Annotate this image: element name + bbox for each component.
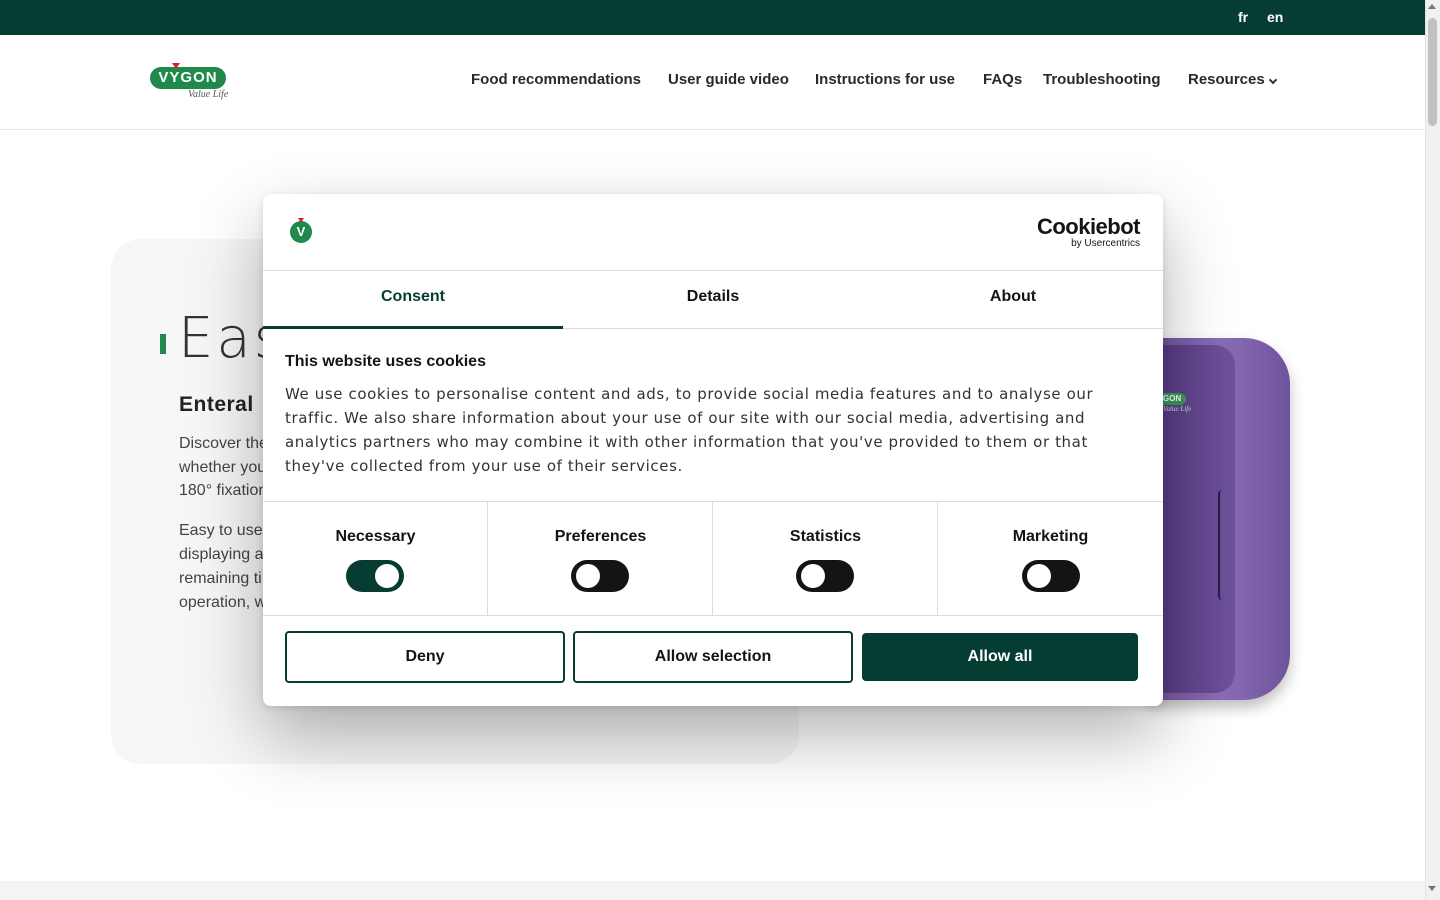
vygon-logo-tagline: Value Life xyxy=(188,89,229,100)
cookie-category-toggles: Necessary Preferences Statistics Marketi… xyxy=(263,501,1163,616)
dialog-description: We use cookies to personalise content an… xyxy=(285,385,1094,475)
page-scrollbar[interactable] xyxy=(1425,0,1440,900)
toggle-knob xyxy=(1027,564,1051,588)
logo-red-mark-icon xyxy=(298,218,304,223)
chevron-down-icon[interactable] xyxy=(1268,75,1278,85)
marketing-toggle[interactable] xyxy=(1022,560,1080,592)
hero-paragraph-line: 180° fixation xyxy=(179,482,268,499)
scrollbar-thumb[interactable] xyxy=(1428,18,1437,126)
cookiebot-brand-by: by Usercentrics xyxy=(1071,238,1140,249)
dialog-title: This website uses cookies xyxy=(285,353,486,370)
toggle-knob xyxy=(576,564,600,588)
scroll-up-arrow-icon[interactable] xyxy=(1428,4,1436,9)
category-label: Statistics xyxy=(789,528,862,545)
logo-red-mark-icon xyxy=(172,63,180,69)
deny-button[interactable]: Deny xyxy=(285,631,565,683)
nav-instructions-for-use[interactable]: Instructions for use xyxy=(815,71,955,88)
site-header: VYGON Value Life Food recommendations Us… xyxy=(0,35,1425,130)
category-statistics: Statistics xyxy=(713,502,938,615)
category-marketing: Marketing xyxy=(938,502,1163,615)
nav-food-recommendations[interactable]: Food recommendations xyxy=(471,71,641,88)
category-preferences: Preferences xyxy=(488,502,713,615)
allow-selection-button[interactable]: Allow selection xyxy=(573,631,853,683)
category-necessary: Necessary xyxy=(263,502,488,615)
toggle-knob xyxy=(375,564,399,588)
vygon-logo-wordmark: VYGON xyxy=(150,67,226,89)
tab-details[interactable]: Details xyxy=(563,271,863,329)
device-tagline: Value Life xyxy=(1163,405,1192,413)
category-label: Preferences xyxy=(554,528,647,545)
next-section-strip xyxy=(0,881,1425,900)
dialog-header: V Cookiebot by Usercentrics xyxy=(263,194,1163,271)
device-slot xyxy=(1218,490,1262,600)
hero-paragraph-line: displaying a xyxy=(179,546,264,563)
cookiebot-logo[interactable]: Cookiebot by Usercentrics xyxy=(1036,214,1141,250)
top-language-bar: fr en xyxy=(0,0,1425,35)
nav-troubleshooting[interactable]: Troubleshooting xyxy=(1043,71,1161,88)
hero-paragraph-line: whether you xyxy=(179,459,267,476)
hero-paragraph-line: operation, w xyxy=(179,594,267,611)
hero-paragraph-line: remaining ti xyxy=(179,570,262,587)
language-fr-link[interactable]: fr xyxy=(1238,9,1248,25)
category-label: Necessary xyxy=(335,528,416,545)
category-label: Marketing xyxy=(1012,528,1089,545)
statistics-toggle[interactable] xyxy=(796,560,854,592)
preferences-toggle[interactable] xyxy=(571,560,629,592)
nav-user-guide-video[interactable]: User guide video xyxy=(668,71,789,88)
hero-accent-bar xyxy=(160,334,166,354)
dialog-tabs: Consent Details About xyxy=(263,271,1163,329)
cookiebot-brand-name: Cookiebot xyxy=(1036,214,1141,239)
necessary-toggle[interactable] xyxy=(346,560,404,592)
toggle-knob xyxy=(801,564,825,588)
language-en-link[interactable]: en xyxy=(1267,9,1283,25)
vygon-logo[interactable]: VYGON Value Life xyxy=(150,63,240,105)
nav-resources[interactable]: Resources xyxy=(1188,71,1265,88)
vygon-v-logo-icon: V xyxy=(290,221,312,243)
hero-paragraph-line: Easy to use xyxy=(179,522,263,539)
nav-faqs[interactable]: FAQs xyxy=(983,71,1022,88)
hero-subtitle: Enteral xyxy=(179,393,254,416)
tab-about[interactable]: About xyxy=(863,271,1163,329)
scroll-down-arrow-icon[interactable] xyxy=(1428,886,1436,891)
hero-paragraph-line: Discover the xyxy=(179,435,268,452)
tab-consent[interactable]: Consent xyxy=(263,271,563,329)
cookie-consent-dialog: V Cookiebot by Usercentrics Consent Deta… xyxy=(263,194,1163,706)
allow-all-button[interactable]: Allow all xyxy=(862,633,1138,681)
